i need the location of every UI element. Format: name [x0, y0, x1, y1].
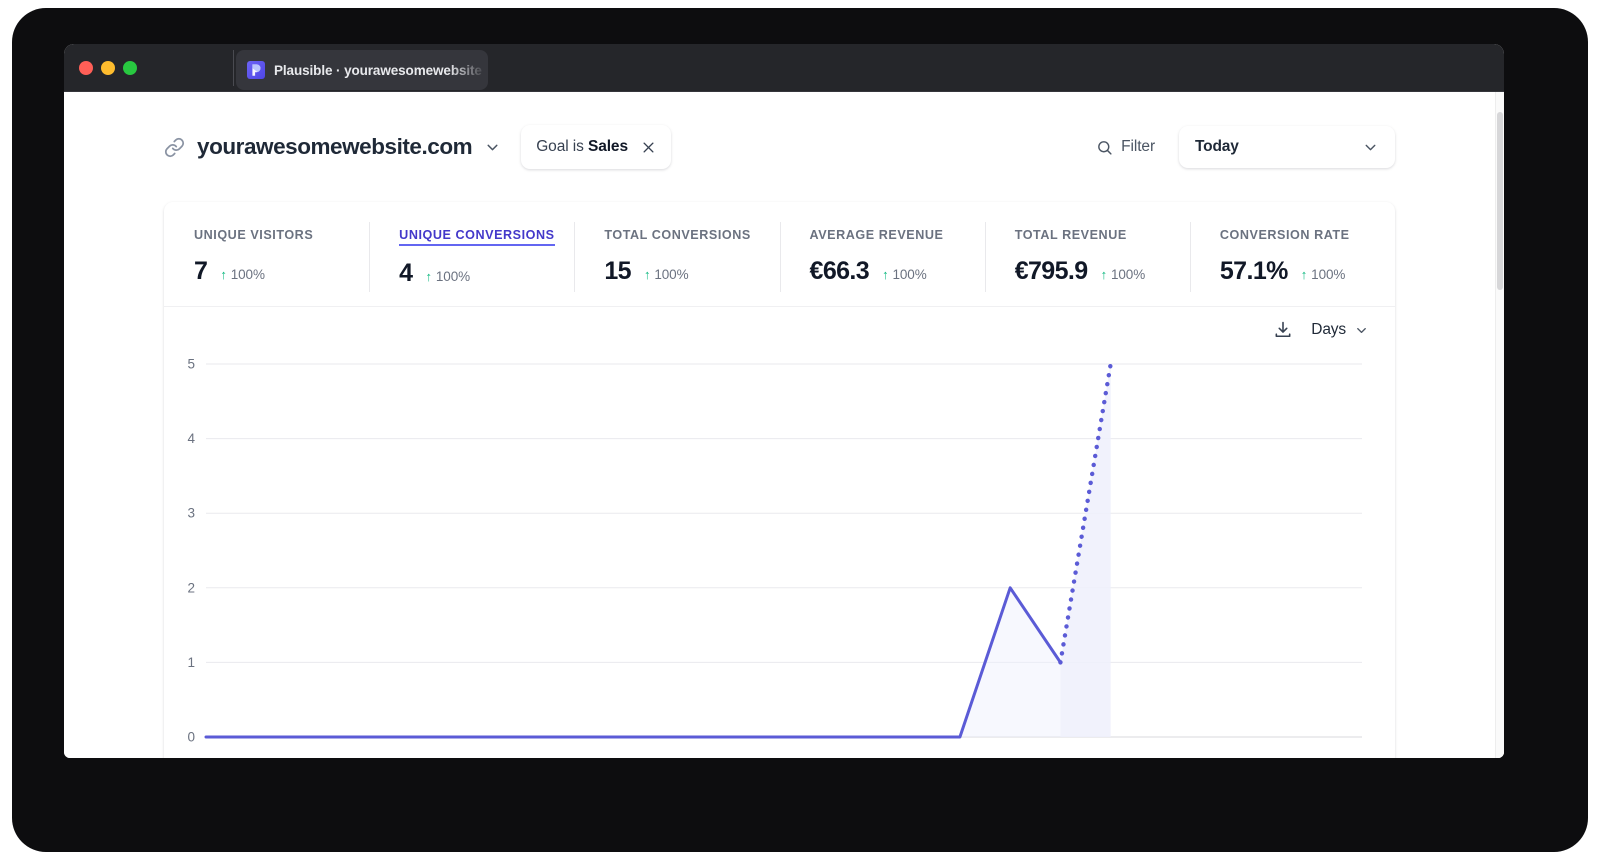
visitors-chart[interactable]: 01234512am3am6am9am12pm3pm6pm9pm — [164, 342, 1395, 758]
page-scrollbar[interactable] — [1495, 92, 1504, 758]
metric-unique-visitors[interactable]: UNIQUE VISITORS 7 ↑ 100% — [164, 226, 369, 288]
metric-value: 57.1% — [1220, 257, 1288, 286]
browser-window: Plausible · yourawesomewebsite youra — [64, 44, 1504, 758]
filter-button[interactable]: Filter — [1096, 138, 1155, 156]
metric-change: ↑ 100% — [1301, 267, 1346, 282]
goal-filter-value: Sales — [588, 138, 628, 155]
chart-canvas[interactable]: 01234512am3am6am9am12pm3pm6pm9pm — [164, 342, 1371, 758]
metric-value: 4 — [399, 259, 412, 288]
metric-average-revenue[interactable]: AVERAGE REVENUE €66.3 ↑ 100% — [780, 226, 985, 288]
metric-change: ↑ 100% — [644, 267, 689, 282]
stats-card: UNIQUE VISITORS 7 ↑ 100% UNIQUE CONVERSIONS 4… — [164, 202, 1395, 758]
y-axis-tick-label: 5 — [187, 357, 195, 372]
metric-label: CONVERSION RATE — [1220, 228, 1350, 242]
metrics-row: UNIQUE VISITORS 7 ↑ 100% UNIQUE CONVERSIONS 4… — [164, 202, 1395, 307]
metric-change-value: 100% — [892, 267, 926, 282]
metric-change-value: 100% — [654, 267, 688, 282]
plausible-logo-icon — [247, 61, 265, 79]
metric-value: €66.3 — [810, 257, 870, 286]
metric-value-row: €795.9 ↑ 100% — [1015, 257, 1190, 286]
metric-label: AVERAGE REVENUE — [810, 228, 944, 242]
metric-unique-conversions[interactable]: UNIQUE CONVERSIONS 4 ↑ 100% — [369, 226, 574, 288]
metric-value: €795.9 — [1015, 257, 1088, 286]
goal-filter-label: Goal is Sales — [536, 138, 628, 156]
arrow-up-icon: ↑ — [425, 269, 431, 284]
arrow-up-icon: ↑ — [1101, 267, 1107, 282]
metric-value-row: €66.3 ↑ 100% — [810, 257, 985, 286]
chevron-down-icon — [1362, 139, 1379, 156]
page-title: yourawesomewebsite.com — [197, 134, 472, 160]
metric-value-row: 57.1% ↑ 100% — [1220, 257, 1395, 286]
minimize-window-button[interactable] — [101, 61, 115, 75]
arrow-up-icon: ↑ — [220, 267, 226, 282]
page-viewport: yourawesomewebsite.com Goal is Sales — [64, 92, 1504, 758]
y-axis-tick-label: 1 — [187, 655, 195, 670]
goal-filter-pill[interactable]: Goal is Sales — [521, 125, 671, 169]
y-axis-tick-label: 3 — [187, 506, 195, 521]
topbar-controls: Filter Today — [1096, 126, 1395, 168]
link-icon — [164, 137, 185, 158]
metric-value-row: 4 ↑ 100% — [399, 259, 574, 288]
metric-label: TOTAL REVENUE — [1015, 228, 1127, 242]
arrow-up-icon: ↑ — [882, 267, 888, 282]
metric-change: ↑ 100% — [425, 269, 470, 284]
chevron-down-icon — [1354, 323, 1369, 338]
scrollbar-thumb[interactable] — [1497, 112, 1503, 290]
screenshot-root: Plausible · yourawesomewebsite youra — [0, 0, 1600, 860]
site-switcher[interactable]: yourawesomewebsite.com — [164, 134, 501, 160]
window-traffic-lights — [79, 61, 137, 75]
metric-change-value: 100% — [436, 269, 470, 284]
filter-button-label: Filter — [1121, 138, 1155, 156]
browser-tab[interactable]: Plausible · yourawesomewebsite — [236, 50, 488, 90]
y-axis-tick-label: 4 — [187, 431, 195, 446]
metric-total-revenue[interactable]: TOTAL REVENUE €795.9 ↑ 100% — [985, 226, 1190, 288]
arrow-up-icon: ↑ — [644, 267, 650, 282]
zoom-window-button[interactable] — [123, 61, 137, 75]
date-range-select[interactable]: Today — [1179, 126, 1395, 168]
date-range-value: Today — [1195, 138, 1239, 156]
browser-tab-title: Plausible · yourawesomewebsite — [274, 63, 482, 78]
y-axis-tick-label: 2 — [187, 580, 195, 595]
search-icon — [1096, 139, 1113, 156]
metric-change-value: 100% — [1111, 267, 1145, 282]
close-icon[interactable] — [641, 140, 656, 155]
browser-titlebar: Plausible · yourawesomewebsite — [64, 44, 1504, 92]
metric-value-row: 7 ↑ 100% — [194, 257, 369, 286]
dashboard-topbar: yourawesomewebsite.com Goal is Sales — [164, 92, 1395, 202]
goal-filter-prefix: Goal is — [536, 138, 588, 155]
metric-label: UNIQUE VISITORS — [194, 228, 313, 242]
close-window-button[interactable] — [79, 61, 93, 75]
dashboard-page: yourawesomewebsite.com Goal is Sales — [64, 92, 1495, 758]
metric-change: ↑ 100% — [220, 267, 265, 282]
metric-label: UNIQUE CONVERSIONS — [399, 228, 554, 246]
interval-label: Days — [1311, 321, 1346, 339]
arrow-up-icon: ↑ — [1301, 267, 1307, 282]
metric-label: TOTAL CONVERSIONS — [604, 228, 751, 242]
interval-select[interactable]: Days — [1311, 321, 1369, 339]
metric-value: 7 — [194, 257, 207, 286]
metric-value-row: 15 ↑ 100% — [604, 257, 779, 286]
y-axis-tick-label: 0 — [187, 730, 195, 745]
metric-total-conversions[interactable]: TOTAL CONVERSIONS 15 ↑ 100% — [574, 226, 779, 288]
chevron-down-icon[interactable] — [484, 139, 501, 156]
tabstrip-divider — [233, 50, 234, 86]
metric-change-value: 100% — [231, 267, 265, 282]
metric-value: 15 — [604, 257, 631, 286]
metric-change-value: 100% — [1311, 267, 1345, 282]
metric-change: ↑ 100% — [882, 267, 927, 282]
metric-conversion-rate[interactable]: CONVERSION RATE 57.1% ↑ 100% — [1190, 226, 1395, 288]
metric-change: ↑ 100% — [1101, 267, 1146, 282]
download-icon[interactable] — [1273, 320, 1293, 340]
chart-toolbar: Days — [164, 307, 1395, 342]
